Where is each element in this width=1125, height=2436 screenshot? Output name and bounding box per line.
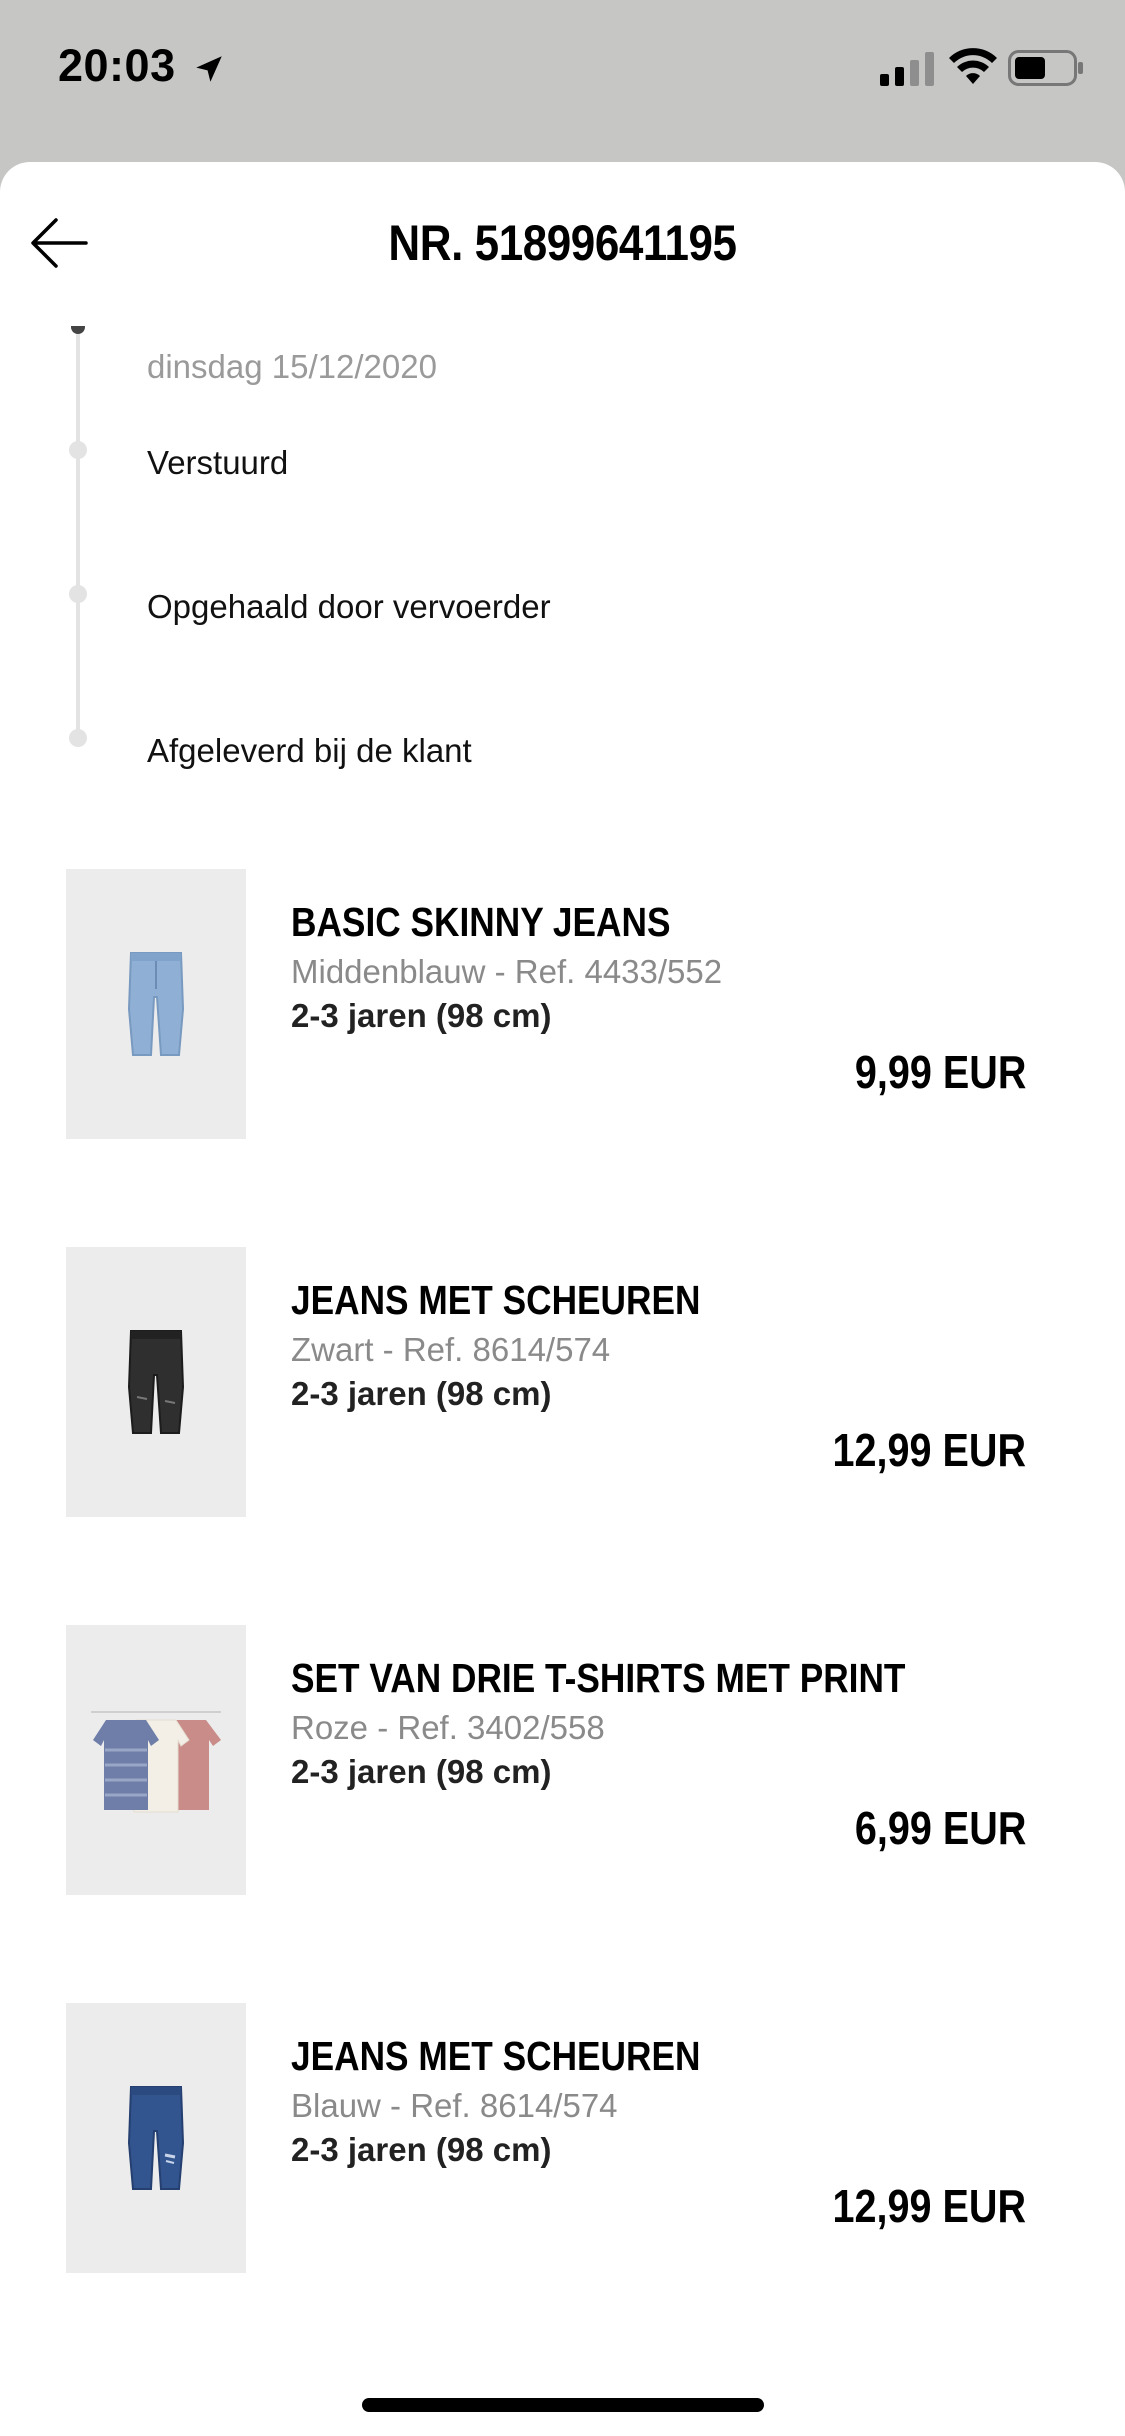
product-variant: Roze - Ref. 3402/558 (291, 1709, 605, 1746)
status-bar: 20:03 (0, 0, 1125, 160)
product-size: 2-3 jaren (98 cm) (291, 997, 552, 1034)
timeline-dot-current (71, 326, 85, 334)
product-item[interactable]: JEANS MET SCHEUREN Zwart - Ref. 8614/574… (0, 1247, 1125, 1519)
product-name: JEANS MET SCHEUREN (291, 1277, 701, 1323)
status-time: 20:03 (58, 40, 176, 91)
product-name: JEANS MET SCHEUREN (291, 2033, 701, 2079)
product-price: 6,99 EUR (854, 1802, 1026, 1854)
product-size: 2-3 jaren (98 cm) (291, 2131, 552, 2168)
product-image-blue-ripped-jeans[interactable] (66, 2003, 246, 2273)
wifi-icon (949, 48, 997, 84)
order-detail-sheet: NR. 51899641195 dinsdag 15/12/2020 Verst… (0, 162, 1125, 2436)
timeline-step-delivered: Afgeleverd bij de klant (147, 732, 472, 769)
product-item[interactable]: JEANS MET SCHEUREN Blauw - Ref. 8614/574… (0, 2003, 1125, 2275)
product-price: 12,99 EUR (832, 2180, 1026, 2232)
timeline-date: dinsdag 15/12/2020 (147, 348, 437, 385)
product-name: SET VAN DRIE T-SHIRTS MET PRINT (291, 1655, 906, 1701)
product-item[interactable]: SET VAN DRIE T-SHIRTS MET PRINT Roze - R… (0, 1625, 1125, 1897)
product-image-black-ripped-jeans[interactable] (66, 1247, 246, 1517)
order-number-title: NR. 51899641195 (388, 215, 737, 271)
location-arrow-icon (196, 56, 222, 82)
timeline-step-picked-up: Opgehaald door vervoerder (147, 588, 551, 625)
timeline-dot (69, 729, 87, 747)
product-variant: Blauw - Ref. 8614/574 (291, 2087, 618, 2124)
product-name: BASIC SKINNY JEANS (291, 899, 671, 945)
timeline-dot (69, 441, 87, 459)
product-size: 2-3 jaren (98 cm) (291, 1375, 552, 1412)
product-price: 9,99 EUR (854, 1046, 1026, 1098)
product-item[interactable]: BASIC SKINNY JEANS Middenblauw - Ref. 44… (0, 869, 1125, 1141)
product-image-light-blue-jeans[interactable] (66, 869, 246, 1139)
timeline-step-shipped: Verstuurd (147, 444, 289, 481)
product-variant: Middenblauw - Ref. 4433/552 (291, 953, 723, 990)
product-size: 2-3 jaren (98 cm) (291, 1753, 552, 1790)
timeline-dot (69, 585, 87, 603)
home-indicator[interactable] (362, 2398, 764, 2412)
product-image-three-tshirts[interactable] (66, 1625, 246, 1895)
cellular-signal-icon (880, 52, 934, 86)
product-price: 12,99 EUR (832, 1424, 1026, 1476)
battery-icon (1008, 50, 1083, 86)
product-variant: Zwart - Ref. 8614/574 (291, 1331, 611, 1368)
timeline-line (76, 330, 80, 740)
